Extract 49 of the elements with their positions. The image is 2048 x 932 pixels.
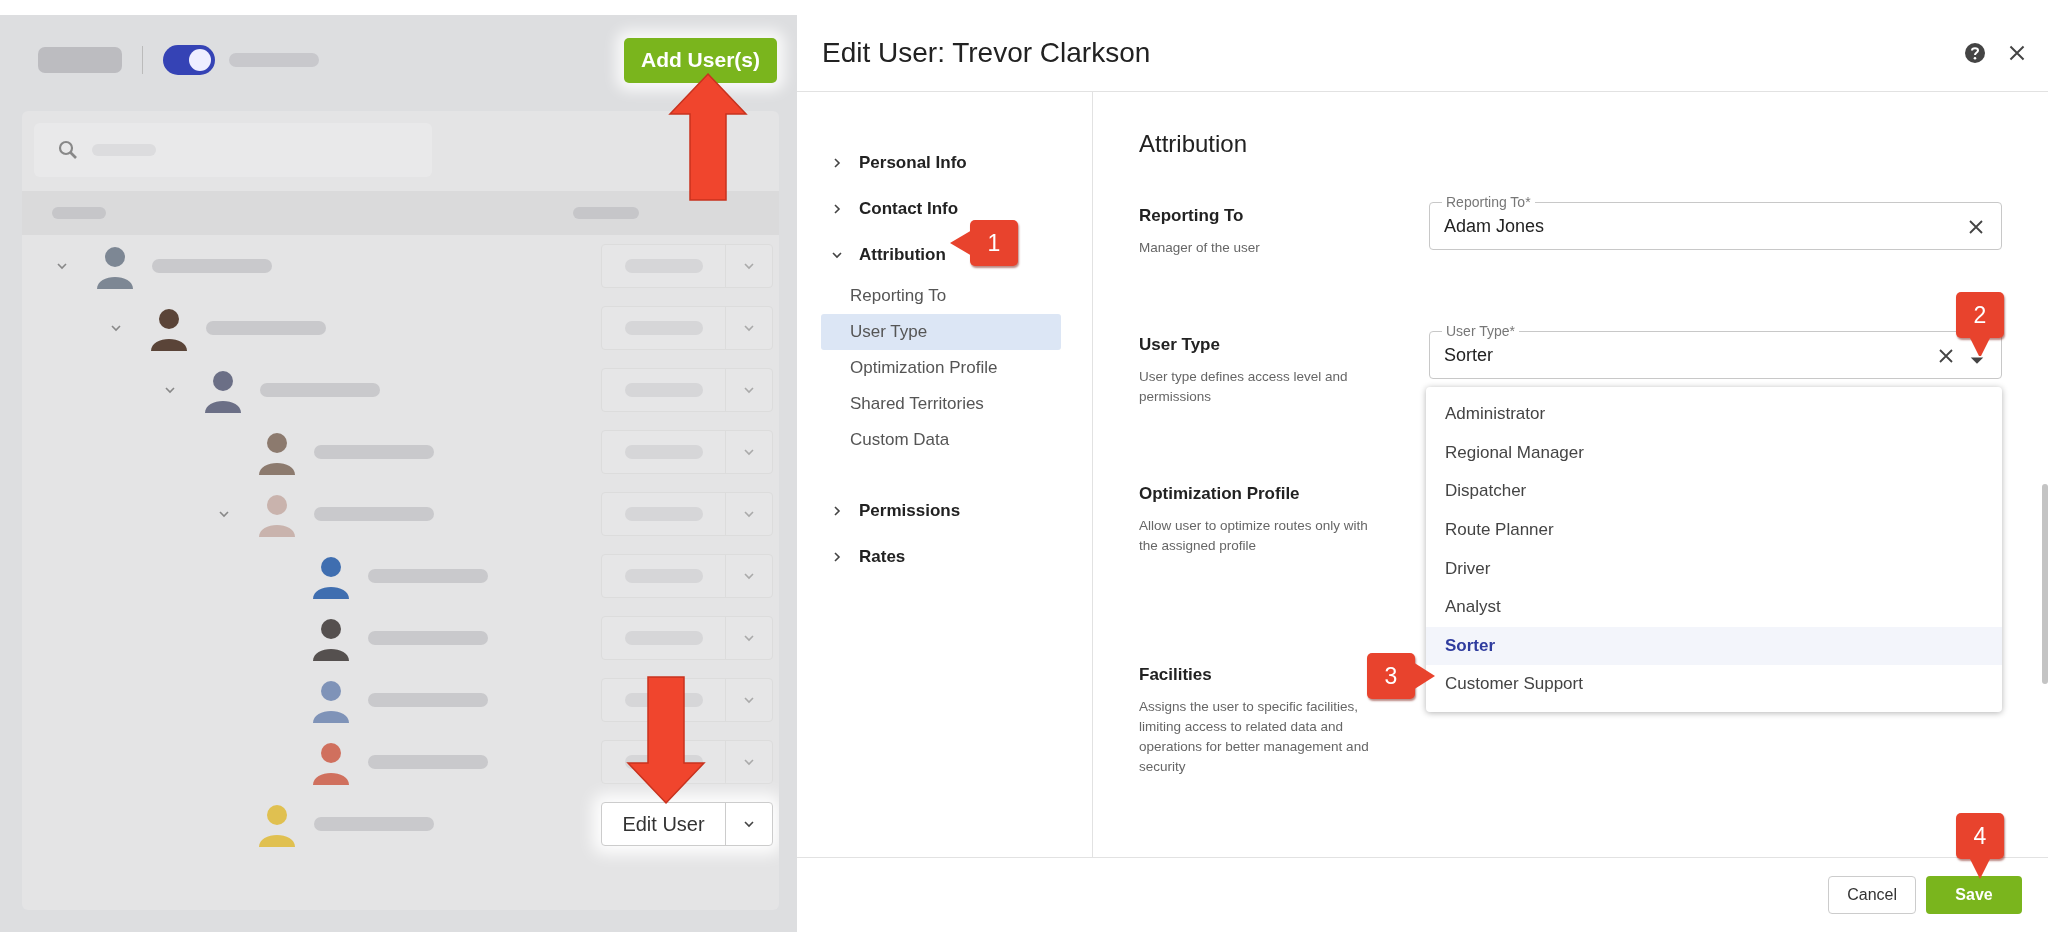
menu-option[interactable]: Administrator xyxy=(1426,395,2002,434)
step-badge: 4 xyxy=(1956,813,2004,859)
field-description: Manager of the user xyxy=(1139,239,1261,257)
edit-user-control[interactable]: Edit User xyxy=(601,802,773,846)
nav-item[interactable]: Custom Data xyxy=(821,422,1061,458)
pointer-icon xyxy=(1969,336,1991,356)
close-icon[interactable] xyxy=(2008,44,2026,62)
menu-option[interactable]: Dispatcher xyxy=(1426,472,2002,511)
pointer-icon xyxy=(1413,662,1435,690)
nav-item[interactable]: Optimization Profile xyxy=(821,350,1061,386)
field-title: Optimization Profile xyxy=(1139,484,1300,504)
field-label: User Type* xyxy=(1445,323,1516,339)
nav-section[interactable]: Personal Info xyxy=(821,140,975,186)
pointer-icon xyxy=(1969,857,1991,879)
field-description: User type defines access level and permissions xyxy=(1139,368,1349,406)
field-label: Reporting To* xyxy=(1445,194,1532,210)
dialog-title: Edit User: Trevor Clarkson xyxy=(822,37,1151,69)
field-description: Allow user to optimize routes only with the assigned profile xyxy=(1139,517,1369,555)
menu-option[interactable]: Regional Manager xyxy=(1426,433,2002,473)
menu-option[interactable]: Customer Support xyxy=(1426,665,2002,704)
menu-option[interactable]: Driver xyxy=(1426,549,2002,588)
help-icon[interactable] xyxy=(1964,42,1986,64)
tree-view-toggle[interactable] xyxy=(163,45,215,75)
nav-section[interactable]: Contact Info xyxy=(821,186,967,232)
nav-item[interactable]: User Type xyxy=(821,314,1061,350)
pointer-icon xyxy=(950,230,972,256)
nav-section[interactable]: Permissions xyxy=(821,488,969,534)
nav-item[interactable]: Shared Territories xyxy=(821,386,1061,422)
menu-option[interactable]: Route Planner xyxy=(1426,510,2002,550)
section-title: Attribution xyxy=(1139,130,1249,158)
cancel-button[interactable]: Cancel xyxy=(1828,876,1916,914)
search-field[interactable] xyxy=(34,123,432,177)
scrollbar[interactable] xyxy=(2042,484,2048,684)
arrow-icon xyxy=(668,72,748,202)
clear-icon[interactable] xyxy=(1937,346,1955,365)
search-icon xyxy=(58,140,78,160)
field-title: Facilities xyxy=(1139,665,1212,685)
field-title: User Type xyxy=(1139,335,1220,355)
text-field[interactable]: Reporting To* Adam Jones xyxy=(1429,194,2002,250)
nav-item[interactable]: Reporting To xyxy=(821,278,1061,314)
menu-option[interactable]: Analyst xyxy=(1426,587,2002,627)
field-description: Assigns the user to specific facilities, limiting access to related data and operations for better management and security xyxy=(1139,698,1370,776)
nav-section[interactable]: Attribution xyxy=(821,232,954,278)
menu-option[interactable]: Sorter xyxy=(1426,626,2002,666)
nav-section[interactable]: Rates xyxy=(821,534,914,580)
step-badge: 2 xyxy=(1956,292,2004,338)
clear-icon[interactable] xyxy=(1967,217,1985,236)
field-title: Reporting To xyxy=(1139,206,1244,226)
arrow-icon xyxy=(626,675,706,805)
